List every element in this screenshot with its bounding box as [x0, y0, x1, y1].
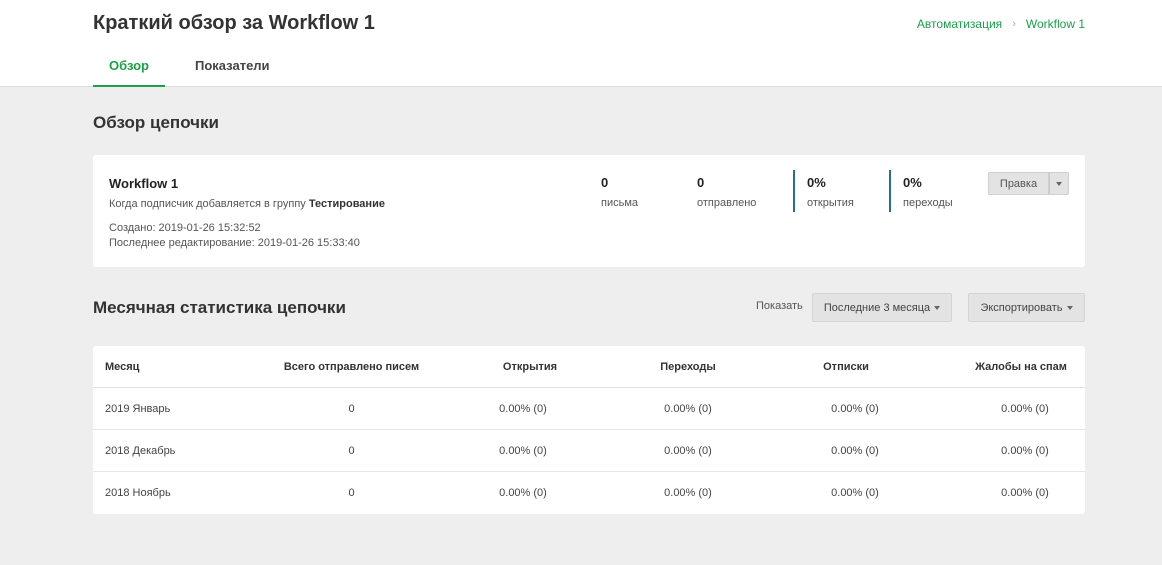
workflow-summary-card: Workflow 1 Когда подписчик добавляется в…	[93, 155, 1085, 267]
stat-emails-value: 0	[601, 175, 609, 190]
table-cell-total-sent: 0	[348, 403, 355, 415]
period-dropdown-label: Последние 3 месяца	[823, 301, 931, 314]
edit-options-button[interactable]	[1049, 172, 1069, 195]
tab-metrics[interactable]: Показатели	[179, 44, 286, 87]
period-dropdown[interactable]: Последние 3 месяца	[812, 293, 952, 322]
tab-overview[interactable]: Обзор	[93, 44, 165, 87]
table-header-row: Месяц Всего отправлено писем Открытия Пе…	[93, 346, 1085, 388]
table-row: 2018 Ноябрь 0 0.00% (0) 0.00% (0) 0.00% …	[93, 472, 1085, 514]
column-header-opens: Открытия	[502, 361, 558, 373]
table-cell-total-sent: 0	[348, 487, 355, 499]
breadcrumb-automation-link[interactable]: Автоматизация	[917, 17, 1002, 31]
edited-label: Последнее редактирование:	[109, 237, 255, 249]
tab-bar: Обзор Показатели	[93, 44, 286, 87]
table-row: 2019 Январь 0 0.00% (0) 0.00% (0) 0.00% …	[93, 388, 1085, 430]
table-cell-unsubscribes: 0.00% (0)	[831, 487, 879, 499]
table-cell-spam-complaints: 0.00% (0)	[1001, 487, 1049, 499]
edit-button-group: Правка	[988, 172, 1069, 195]
table-cell-clicks: 0.00% (0)	[664, 445, 712, 457]
stat-opens-value: 0%	[807, 175, 826, 190]
table-cell-opens: 0.00% (0)	[499, 487, 547, 499]
stat-emails: 0 письма	[601, 175, 638, 209]
stat-clicks: 0% переходы	[889, 170, 953, 212]
stat-sent-label: отправлено	[697, 197, 757, 209]
stat-opens: 0% открытия	[793, 170, 854, 212]
workflow-created: Создано: 2019-01-26 15:32:52	[109, 222, 261, 234]
table-cell-unsubscribes: 0.00% (0)	[831, 403, 879, 415]
table-cell-total-sent: 0	[348, 445, 355, 457]
monthly-stats-table: Месяц Всего отправлено писем Открытия Пе…	[93, 346, 1085, 514]
workflow-last-edited: Последнее редактирование: 2019-01-26 15:3…	[109, 237, 360, 249]
caret-down-icon	[934, 305, 941, 310]
table-cell-opens: 0.00% (0)	[499, 445, 547, 457]
stat-opens-label: открытия	[807, 197, 854, 209]
workflow-trigger-group: Тестирование	[308, 198, 385, 210]
edited-value: 2019-01-26 15:33:40	[257, 237, 360, 249]
workflow-name: Workflow 1	[109, 176, 179, 191]
table-cell-clicks: 0.00% (0)	[664, 403, 712, 415]
edit-button[interactable]: Правка	[988, 172, 1049, 195]
stat-sent-value: 0	[697, 175, 705, 190]
table-cell-clicks: 0.00% (0)	[664, 487, 712, 499]
workflow-trigger-text: Когда подписчик добавляется в группу	[109, 198, 306, 210]
caret-down-icon	[1056, 181, 1062, 186]
monthly-section-title: Месячная статистика цепочки	[93, 298, 346, 317]
breadcrumb: Автоматизация › Workflow 1	[917, 17, 1085, 31]
page-title: Краткий обзор за Workflow 1	[93, 12, 375, 34]
table-cell-month: 2018 Ноябрь	[105, 487, 171, 499]
export-dropdown-label: Экспортировать	[980, 301, 1063, 314]
column-header-total-sent: Всего отправлено писем	[283, 361, 420, 373]
table-row: 2018 Декабрь 0 0.00% (0) 0.00% (0) 0.00%…	[93, 430, 1085, 472]
show-label: Показать	[756, 300, 803, 312]
caret-down-icon	[1066, 305, 1073, 310]
table-cell-opens: 0.00% (0)	[499, 403, 547, 415]
column-header-spam-complaints: Жалобы на спам	[975, 361, 1067, 373]
workflow-trigger-description: Когда подписчик добавляется в группу Тес…	[109, 198, 385, 210]
stat-sent: 0 отправлено	[697, 175, 756, 209]
table-cell-month: 2019 Январь	[105, 403, 171, 415]
created-label: Создано:	[109, 222, 156, 234]
column-header-unsubscribes: Отписки	[823, 361, 869, 373]
table-cell-spam-complaints: 0.00% (0)	[1001, 445, 1049, 457]
table-cell-unsubscribes: 0.00% (0)	[831, 445, 879, 457]
export-dropdown[interactable]: Экспортировать	[968, 293, 1085, 322]
breadcrumb-workflow-link[interactable]: Workflow 1	[1026, 17, 1085, 31]
column-header-clicks: Переходы	[660, 361, 716, 373]
table-cell-spam-complaints: 0.00% (0)	[1001, 403, 1049, 415]
table-cell-month: 2018 Декабрь	[105, 445, 176, 457]
column-header-month: Месяц	[105, 361, 140, 373]
stat-clicks-label: переходы	[903, 197, 953, 209]
overview-section-title: Обзор цепочки	[93, 113, 219, 132]
stat-emails-label: письма	[601, 197, 639, 209]
created-value: 2019-01-26 15:32:52	[158, 222, 261, 234]
page-header: Краткий обзор за Workflow 1 Автоматизаци…	[0, 0, 1162, 87]
chevron-right-icon: ›	[1012, 18, 1016, 30]
stat-clicks-value: 0%	[903, 175, 922, 190]
